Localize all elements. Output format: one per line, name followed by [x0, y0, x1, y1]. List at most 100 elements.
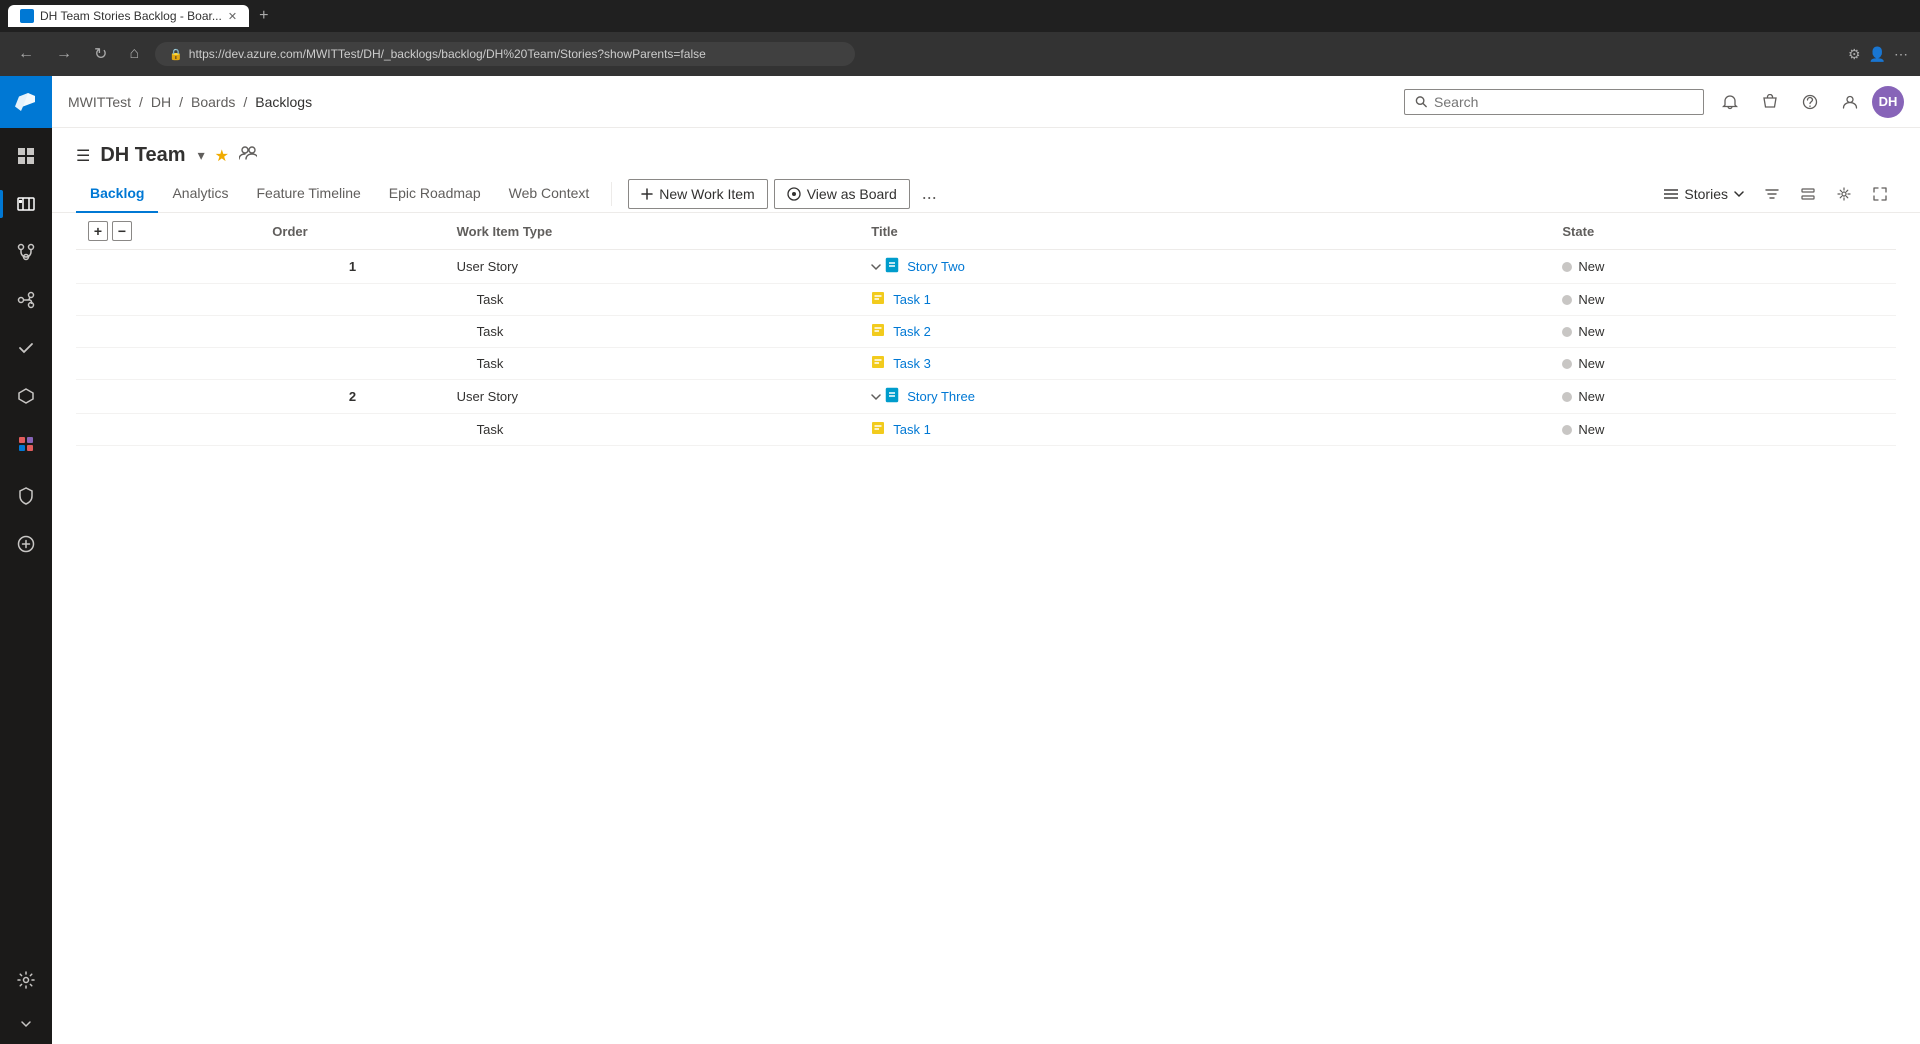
cell-type: User Story — [445, 380, 860, 414]
collapse-arrow[interactable] — [871, 259, 881, 274]
app-layout: MWITTest / DH / Boards / Backlogs — [0, 76, 1920, 1044]
col-header-expand: + − — [76, 213, 260, 250]
browser-tab[interactable]: DH Team Stories Backlog - Boar... ✕ — [8, 5, 249, 27]
extensions-icon[interactable]: ⚙ — [1848, 46, 1861, 63]
team-members-icon[interactable] — [239, 145, 257, 166]
sidebar-settings-icon[interactable] — [0, 956, 52, 1004]
collapse-arrow[interactable] — [871, 389, 881, 404]
cell-title[interactable]: Story Three — [859, 380, 1550, 414]
url-bar[interactable]: 🔒 https://dev.azure.com/MWITTest/DH/_bac… — [155, 42, 855, 66]
sidebar-item-add[interactable] — [0, 520, 52, 568]
tab-close-button[interactable]: ✕ — [228, 10, 237, 23]
search-box[interactable] — [1404, 89, 1704, 115]
view-as-board-button[interactable]: View as Board — [774, 179, 910, 209]
settings-button[interactable] — [1828, 178, 1860, 210]
search-input[interactable] — [1434, 94, 1693, 110]
cell-title[interactable]: Task 1 — [859, 284, 1550, 316]
breadcrumb-org[interactable]: MWITTest — [68, 94, 131, 110]
new-tab-button[interactable]: + — [255, 7, 272, 25]
work-item-title[interactable]: Task 1 — [893, 292, 931, 307]
tab-web-context[interactable]: Web Context — [495, 175, 604, 213]
hamburger-icon[interactable]: ☰ — [76, 146, 90, 166]
breadcrumb-boards[interactable]: Boards — [191, 94, 235, 110]
tab-epic-roadmap[interactable]: Epic Roadmap — [375, 175, 495, 213]
notifications-button[interactable] — [1712, 84, 1748, 120]
sidebar-item-test-plans[interactable] — [0, 324, 52, 372]
state-dot — [1562, 425, 1572, 435]
help-button[interactable] — [1792, 84, 1828, 120]
work-item-title[interactable]: Task 2 — [893, 324, 931, 339]
work-item-title[interactable]: Task 3 — [893, 356, 931, 371]
filter-button[interactable] — [1756, 178, 1788, 210]
reload-button[interactable]: ↻ — [88, 42, 113, 66]
new-work-item-label: New Work Item — [659, 186, 754, 202]
shopping-bag-button[interactable] — [1752, 84, 1788, 120]
left-sidebar — [0, 76, 52, 1044]
sidebar-item-repos[interactable] — [0, 228, 52, 276]
task-icon — [871, 421, 889, 438]
work-item-title[interactable]: Story Two — [907, 259, 965, 274]
collapse-all-button[interactable]: − — [112, 221, 132, 241]
cell-state: New — [1550, 250, 1896, 284]
cell-title[interactable]: Task 2 — [859, 316, 1550, 348]
user-settings-button[interactable] — [1832, 84, 1868, 120]
table-row[interactable]: Task Task 1New — [76, 414, 1896, 446]
work-item-title[interactable]: Story Three — [907, 389, 975, 404]
azure-devops-logo[interactable] — [0, 76, 52, 128]
table-row[interactable]: 2User Story Story ThreeNew — [76, 380, 1896, 414]
more-options-button[interactable]: ... — [916, 183, 943, 204]
tab-feature-timeline[interactable]: Feature Timeline — [243, 175, 375, 213]
new-work-item-button[interactable]: New Work Item — [628, 179, 767, 209]
work-item-title[interactable]: Task 1 — [893, 422, 931, 437]
user-avatar[interactable]: DH — [1872, 86, 1904, 118]
state-text: New — [1578, 356, 1604, 371]
sidebar-expand-button[interactable] — [0, 1004, 52, 1044]
state-text: New — [1578, 389, 1604, 404]
table-row[interactable]: Task Task 2New — [76, 316, 1896, 348]
breadcrumb-project[interactable]: DH — [151, 94, 171, 110]
sidebar-item-marketplace[interactable] — [0, 420, 52, 468]
sidebar-item-security[interactable] — [0, 472, 52, 520]
cell-state: New — [1550, 380, 1896, 414]
table-row[interactable]: 1User Story Story TwoNew — [76, 250, 1896, 284]
back-button[interactable]: ← — [12, 43, 40, 65]
more-tools-icon[interactable]: ⋯ — [1894, 46, 1908, 63]
title-dropdown-button[interactable]: ▾ — [198, 147, 205, 164]
expand-view-button[interactable] — [1864, 178, 1896, 210]
group-by-button[interactable] — [1792, 178, 1824, 210]
breadcrumb-sep3: / — [243, 94, 247, 110]
cell-type: User Story — [445, 250, 860, 284]
cell-order — [260, 284, 444, 316]
stories-dropdown[interactable]: Stories — [1656, 182, 1752, 206]
cell-expand — [76, 284, 260, 316]
toolbar-right: Stories — [1656, 178, 1896, 210]
expand-all-button[interactable]: + — [88, 221, 108, 241]
cell-title[interactable]: Task 1 — [859, 414, 1550, 446]
breadcrumb-sep1: / — [139, 94, 143, 110]
cell-expand — [76, 380, 260, 414]
tab-backlog[interactable]: Backlog — [76, 175, 158, 213]
state-text: New — [1578, 324, 1604, 339]
sidebar-item-boards[interactable] — [0, 180, 52, 228]
cell-title[interactable]: Task 3 — [859, 348, 1550, 380]
state-text: New — [1578, 259, 1604, 274]
url-text: https://dev.azure.com/MWITTest/DH/_backl… — [189, 47, 706, 61]
table-row[interactable]: Task Task 1New — [76, 284, 1896, 316]
sidebar-item-overview[interactable] — [0, 132, 52, 180]
cell-title[interactable]: Story Two — [859, 250, 1550, 284]
cell-type: Task — [445, 284, 860, 316]
list-icon — [1664, 188, 1678, 200]
sidebar-item-artifacts[interactable] — [0, 372, 52, 420]
table-row[interactable]: Task Task 3New — [76, 348, 1896, 380]
sidebar-bottom — [0, 956, 52, 1044]
tab-analytics[interactable]: Analytics — [158, 175, 242, 213]
sidebar-item-pipelines[interactable] — [0, 276, 52, 324]
forward-button[interactable]: → — [50, 43, 78, 65]
plus-icon — [641, 188, 653, 200]
search-icon — [1415, 95, 1428, 109]
favorite-star-icon[interactable]: ★ — [215, 146, 229, 166]
profile-icon[interactable]: 👤 — [1869, 46, 1886, 63]
lock-icon: 🔒 — [169, 48, 183, 61]
tab-divider — [611, 182, 612, 206]
home-button[interactable]: ⌂ — [123, 43, 145, 65]
